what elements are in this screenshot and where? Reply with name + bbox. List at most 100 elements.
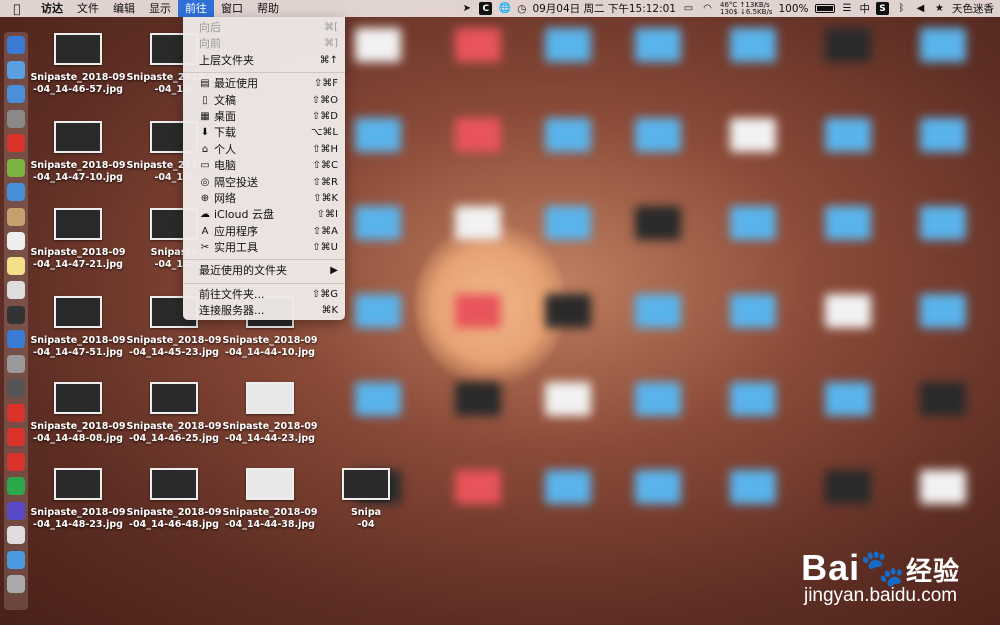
dock-app-icon[interactable] xyxy=(7,452,25,471)
menu-item-documents[interactable]: ▯ 文稿 ⇧⌘O xyxy=(183,93,345,109)
globe-icon[interactable]: 🌐 xyxy=(498,2,511,15)
desktop-file-item[interactable]: Snipaste_2018-09 -04_14-47-51.jpg xyxy=(30,296,126,359)
shortcut: ⇧⌘O xyxy=(311,94,338,106)
blurred-folder-icon xyxy=(545,470,591,504)
dock-app-icon[interactable] xyxy=(7,85,25,103)
wifi-icon[interactable]: ◠ xyxy=(701,2,714,15)
desktop-file-item[interactable]: Snipaste_2018-09 -04_14-48-23.jpg xyxy=(30,468,126,531)
star-icon[interactable]: ★ xyxy=(933,2,946,15)
menu-item-applications[interactable]: A 应用程序 ⇧⌘A xyxy=(183,224,345,240)
file-name: Snipaste_2018-09 -04_14-47-21.jpg xyxy=(30,247,126,271)
menu-item-network[interactable]: ⊕ 网络 ⇧⌘K xyxy=(183,191,345,207)
shortcut: ⌘[ xyxy=(324,22,338,33)
c-app-icon[interactable]: C xyxy=(479,2,493,15)
menu-edit[interactable]: 编辑 xyxy=(106,0,142,17)
dock-app-icon[interactable] xyxy=(7,109,25,128)
menu-finder[interactable]: 访达 xyxy=(34,0,70,17)
user-name[interactable]: 天色迷香 xyxy=(952,1,994,16)
dock-app-icon[interactable] xyxy=(7,428,25,446)
menu-item-recent-folders[interactable]: 最近使用的文件夹 ▶ xyxy=(183,263,345,279)
menu-go[interactable]: 前往 xyxy=(178,0,214,17)
file-name-line2: -04_14-44-38.jpg xyxy=(225,519,315,530)
desktop-file-item[interactable]: Snipaste_2018-09 -04_14-47-10.jpg xyxy=(30,121,126,184)
dock-app-icon[interactable] xyxy=(7,60,25,79)
blurred-folder-icon xyxy=(455,28,501,62)
dock-app-icon[interactable] xyxy=(7,158,25,177)
file-name-line2: -04_14-44-10.jpg xyxy=(225,347,315,358)
menu-view[interactable]: 显示 xyxy=(142,0,178,17)
menu-file[interactable]: 文件 xyxy=(70,0,106,17)
dock-app-icon[interactable] xyxy=(7,575,25,593)
cast-icon[interactable]: ▭ xyxy=(682,2,695,15)
file-name-line1: Snipaste_2018-09 xyxy=(126,335,222,346)
dock-app-icon[interactable] xyxy=(7,550,25,569)
menu-item-airdrop[interactable]: ◎ 隔空投送 ⇧⌘R xyxy=(183,175,345,191)
recents-icon: ▤ xyxy=(200,78,210,90)
dock-app-icon[interactable] xyxy=(7,305,25,324)
input-method[interactable]: 中 xyxy=(860,1,871,16)
menu-item-connect-server[interactable]: 连接服务器... ⌘K xyxy=(183,303,345,319)
file-name-line1: Snipaste_2018-09 xyxy=(222,507,318,518)
battery-icon[interactable] xyxy=(814,4,835,13)
dock-app-icon[interactable] xyxy=(7,379,25,397)
shortcut: ⇧⌘A xyxy=(312,225,338,237)
bluetooth-icon[interactable]: ᛒ xyxy=(895,2,908,15)
clock-icon[interactable]: ◷ xyxy=(517,3,526,15)
menu-item-downloads[interactable]: ⬇ 下载 ⌥⌘L xyxy=(183,125,345,141)
datetime[interactable]: 09月04日 周二 下午15:12:01 xyxy=(532,1,676,16)
desktop-file-item[interactable]: Snipaste_2018-09 -04_14-46-57.jpg xyxy=(30,33,126,96)
dock-app-icon[interactable] xyxy=(7,501,25,520)
file-name: Snipaste_2018-09 -04_14-47-51.jpg xyxy=(30,335,126,359)
file-thumbnail xyxy=(342,468,390,500)
dock-app-icon[interactable] xyxy=(7,232,25,250)
menu-item-label: iCloud 云盘 xyxy=(214,208,274,222)
dock-app-icon[interactable] xyxy=(7,281,25,299)
menu-help[interactable]: 帮助 xyxy=(250,0,286,17)
desktop-file-item[interactable]: Snipaste_2018-09 -04_14-47-21.jpg xyxy=(30,208,126,271)
desktop-icon: ▦ xyxy=(200,110,210,122)
dock-app-icon[interactable] xyxy=(7,526,25,544)
menu-item-desktop[interactable]: ▦ 桌面 ⇧⌘D xyxy=(183,109,345,125)
desktop-file-item[interactable]: Snipaste_2018-09 -04_14-44-38.jpg xyxy=(222,468,318,531)
system-stats[interactable]: 46°C ↑13KB/s 130$ ↓6.5KB/s xyxy=(720,1,772,16)
dock-app-icon[interactable] xyxy=(7,134,25,152)
menu-item-goto-folder[interactable]: 前往文件夹... ⇧⌘G xyxy=(183,287,345,303)
blurred-folder-icon xyxy=(730,294,776,328)
location-icon[interactable]: ➤ xyxy=(460,2,473,15)
dock-app-icon[interactable] xyxy=(7,354,25,373)
menu-item-icloud[interactable]: ☁ iCloud 云盘 ⇧⌘I xyxy=(183,207,345,223)
menu-window[interactable]: 窗口 xyxy=(214,0,250,17)
dock-app-icon[interactable] xyxy=(7,330,25,348)
file-name-line2: -04_14-47-21.jpg xyxy=(33,259,123,270)
menu-item-label: 隔空投送 xyxy=(214,175,258,189)
blurred-folder-icon xyxy=(825,206,871,240)
desktop-file-item[interactable]: Snipa -04 xyxy=(318,468,414,531)
menu-item-label: 向前 xyxy=(199,37,221,51)
menu-item-recents[interactable]: ▤ 最近使用 ⇧⌘F xyxy=(183,76,345,92)
apple-icon[interactable]:  xyxy=(0,2,34,16)
desktop-file-item[interactable]: Snipaste_2018-09 -04_14-48-08.jpg xyxy=(30,382,126,445)
desktop-file-item[interactable]: Snipaste_2018-09 -04_14-46-25.jpg xyxy=(126,382,222,445)
dock-app-icon[interactable] xyxy=(7,256,25,275)
status-area: ➤ C 🌐 ◷ 09月04日 周二 下午15:12:01 ▭ ◠ 46°C ↑1… xyxy=(460,0,994,17)
dock-app-icon[interactable] xyxy=(7,183,25,201)
dock-app-icon[interactable] xyxy=(7,477,25,495)
dock-app-icon[interactable] xyxy=(7,207,25,226)
menu-item-home[interactable]: ⌂ 个人 ⇧⌘H xyxy=(183,142,345,158)
dock-app-icon[interactable] xyxy=(7,36,25,54)
file-name-line1: Snipaste_2018-09 xyxy=(30,160,126,171)
desktop-file-item[interactable]: Snipaste_2018-09 -04_14-46-48.jpg xyxy=(126,468,222,531)
menu-item-forward[interactable]: 向前 ⌘] xyxy=(183,36,345,52)
battery-percent[interactable]: 100% xyxy=(778,3,808,15)
menu-item-computer[interactable]: ▭ 电脑 ⇧⌘C xyxy=(183,158,345,174)
file-thumbnail xyxy=(54,382,102,414)
menu-item-utilities[interactable]: ✂ 实用工具 ⇧⌘U xyxy=(183,240,345,256)
dock-app-icon[interactable] xyxy=(7,403,25,422)
menu-item-enclosing-folder[interactable]: 上层文件夹 ⌘↑ xyxy=(183,53,345,69)
s-app-icon[interactable]: S xyxy=(876,2,889,15)
volume-icon[interactable]: ◀ xyxy=(914,2,927,15)
menu-item-back[interactable]: 向后 ⌘[ xyxy=(183,20,345,36)
desktop-file-item[interactable]: Snipaste_2018-09 -04_14-44-23.jpg xyxy=(222,382,318,445)
shortcut: ⇧⌘D xyxy=(311,110,338,122)
list-icon[interactable]: ☰ xyxy=(841,2,854,15)
